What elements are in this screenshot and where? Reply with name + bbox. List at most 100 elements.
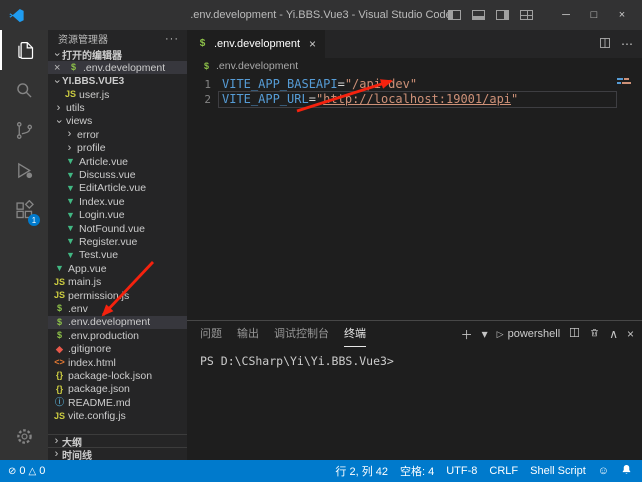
vue-file-icon: ▼ xyxy=(64,197,77,206)
code-token: http://localhost:19001/api xyxy=(323,92,511,106)
open-editors-label: 打开的编辑器 xyxy=(62,47,122,62)
split-editor-icon[interactable] xyxy=(599,37,611,52)
tree-item-index.html[interactable]: <>index.html xyxy=(48,356,187,369)
search-icon[interactable] xyxy=(0,70,48,110)
tree-item-.env[interactable]: $.env xyxy=(48,302,187,315)
tree-item-utils[interactable]: ›utils xyxy=(48,101,187,114)
tree-item-README.md[interactable]: ⓘREADME.md xyxy=(48,396,187,409)
notifications-bell-icon[interactable] xyxy=(621,464,632,478)
panel-actions: ＋ ▾ ▷ powershell ∧ × xyxy=(461,326,634,343)
close-icon[interactable]: × xyxy=(54,62,64,74)
customize-layout-icon[interactable] xyxy=(520,10,533,20)
encoding-status[interactable]: UTF-8 xyxy=(446,465,477,477)
explorer-icon[interactable] xyxy=(0,30,48,70)
vue-file-icon: ▼ xyxy=(64,171,77,180)
file-name: package.json xyxy=(68,383,130,395)
outline-header[interactable]: › 大纲 xyxy=(48,434,187,447)
code-line-2[interactable]: 2VITE_APP_URL="http://localhost:19001/ap… xyxy=(187,92,642,107)
more-actions-icon[interactable]: ··· xyxy=(165,33,179,45)
project-header[interactable]: › YI.BBS.VUE3 xyxy=(48,74,187,88)
close-button[interactable]: × xyxy=(608,0,636,30)
breadcrumb[interactable]: $ .env.development xyxy=(187,58,642,74)
tree-item-NotFound.vue[interactable]: ▼NotFound.vue xyxy=(48,222,187,235)
toggle-sidebar-icon[interactable] xyxy=(448,10,461,20)
maximize-button[interactable]: □ xyxy=(580,0,608,30)
file-name: Login.vue xyxy=(79,209,125,221)
tree-item-user.js[interactable]: JSuser.js xyxy=(48,88,187,101)
split-terminal-icon[interactable] xyxy=(569,327,580,341)
tree-item-Register.vue[interactable]: ▼Register.vue xyxy=(48,235,187,248)
breadcrumb-filename: .env.development xyxy=(216,60,298,72)
problems-status[interactable]: ⊘ 0 △ 0 xyxy=(8,465,45,477)
toggle-panel-icon[interactable] xyxy=(472,10,485,20)
editor-surface[interactable]: 1VITE_APP_BASEAPI="/api-dev"2VITE_APP_UR… xyxy=(187,74,642,320)
tree-item-vite.config.js[interactable]: JSvite.config.js xyxy=(48,409,187,422)
tree-item-Test.vue[interactable]: ▼Test.vue xyxy=(48,249,187,262)
error-count: 0 xyxy=(19,465,25,477)
tree-item-.gitignore[interactable]: ◆.gitignore xyxy=(48,342,187,355)
editor-actions: ⋯ xyxy=(599,30,642,58)
terminal-content[interactable]: PS D:\CSharp\Yi\Yi.BBS.Vue3> xyxy=(187,347,642,368)
terminal-dropdown-icon[interactable]: ▾ xyxy=(482,327,488,341)
terminal-prompt: PS D:\CSharp\Yi\Yi.BBS.Vue3> xyxy=(200,354,394,368)
source-control-icon[interactable] xyxy=(0,110,48,150)
tree-item-main.js[interactable]: JSmain.js xyxy=(48,275,187,288)
tree-item-.env.development[interactable]: $.env.development xyxy=(48,316,187,329)
code-line-1[interactable]: 1VITE_APP_BASEAPI="/api-dev" xyxy=(187,77,642,92)
indentation-status[interactable]: 空格: 4 xyxy=(400,463,434,479)
editor-tabbar: $ .env.development × ⋯ xyxy=(187,30,642,58)
tree-item-profile[interactable]: ›profile xyxy=(48,142,187,155)
terminal-shell-item[interactable]: ▷ powershell xyxy=(497,328,561,340)
editor-region: $ .env.development × ⋯ $ .env.developmen… xyxy=(187,30,642,460)
open-editor-filename: .env.development xyxy=(83,62,165,74)
vue-file-icon: ▼ xyxy=(64,224,77,233)
extensions-icon[interactable]: 1 xyxy=(0,190,48,230)
timeline-header[interactable]: › 时间线 xyxy=(48,447,187,460)
feedback-smiley-icon[interactable]: ☺ xyxy=(598,465,609,477)
kill-terminal-icon[interactable] xyxy=(589,327,600,341)
vue-file-icon: ▼ xyxy=(64,184,77,193)
panel-tab[interactable]: 调试控制台 xyxy=(274,321,329,347)
minimize-button[interactable]: ─ xyxy=(552,0,580,30)
open-editors-header[interactable]: › 打开的编辑器 xyxy=(48,47,187,61)
eol-status[interactable]: CRLF xyxy=(489,465,518,477)
tree-item-Article.vue[interactable]: ▼Article.vue xyxy=(48,155,187,168)
warning-count: 0 xyxy=(39,465,45,477)
file-name: main.js xyxy=(68,276,101,288)
code-token: VITE_APP_URL xyxy=(222,92,309,106)
open-editor-item[interactable]: × $ .env.development xyxy=(48,61,187,74)
language-mode[interactable]: Shell Script xyxy=(530,465,586,477)
tree-item-App.vue[interactable]: ▼App.vue xyxy=(48,262,187,275)
maximize-panel-icon[interactable]: ∧ xyxy=(609,327,618,341)
tree-item-Discuss.vue[interactable]: ▼Discuss.vue xyxy=(48,168,187,181)
tab-env-development[interactable]: $ .env.development × xyxy=(187,30,325,58)
close-icon[interactable]: × xyxy=(309,37,316,51)
close-panel-icon[interactable]: × xyxy=(627,327,634,341)
new-terminal-icon[interactable]: ＋ xyxy=(461,326,473,343)
settings-gear-icon[interactable] xyxy=(0,416,48,456)
vscode-logo-icon[interactable] xyxy=(9,8,24,23)
panel-tab[interactable]: 问题 xyxy=(200,321,222,347)
code-lines: 1VITE_APP_BASEAPI="/api-dev"2VITE_APP_UR… xyxy=(187,77,642,107)
run-debug-icon[interactable] xyxy=(0,150,48,190)
js-file-icon: JS xyxy=(53,291,66,300)
file-name: views xyxy=(66,115,92,127)
tree-item-Login.vue[interactable]: ▼Login.vue xyxy=(48,209,187,222)
file-name: EditArticle.vue xyxy=(79,182,146,194)
cursor-position[interactable]: 行 2, 列 42 xyxy=(335,463,388,479)
tree-item-.env.production[interactable]: $.env.production xyxy=(48,329,187,342)
tree-item-package-lock.json[interactable]: {}package-lock.json xyxy=(48,369,187,382)
more-actions-icon[interactable]: ⋯ xyxy=(621,37,633,51)
tree-item-permission.js[interactable]: JSpermission.js xyxy=(48,289,187,302)
tree-item-error[interactable]: ›error xyxy=(48,128,187,141)
tree-item-views[interactable]: ›views xyxy=(48,115,187,128)
file-name: Test.vue xyxy=(79,249,118,261)
tree-item-package.json[interactable]: {}package.json xyxy=(48,383,187,396)
toggle-secondary-sidebar-icon[interactable] xyxy=(496,10,509,20)
tree-item-Index.vue[interactable]: ▼Index.vue xyxy=(48,195,187,208)
panel-tab[interactable]: 输出 xyxy=(237,321,259,347)
file-name: vite.config.js xyxy=(68,410,126,422)
panel-tab[interactable]: 终端 xyxy=(344,321,366,347)
tree-item-EditArticle.vue[interactable]: ▼EditArticle.vue xyxy=(48,182,187,195)
minimap[interactable] xyxy=(617,78,639,86)
